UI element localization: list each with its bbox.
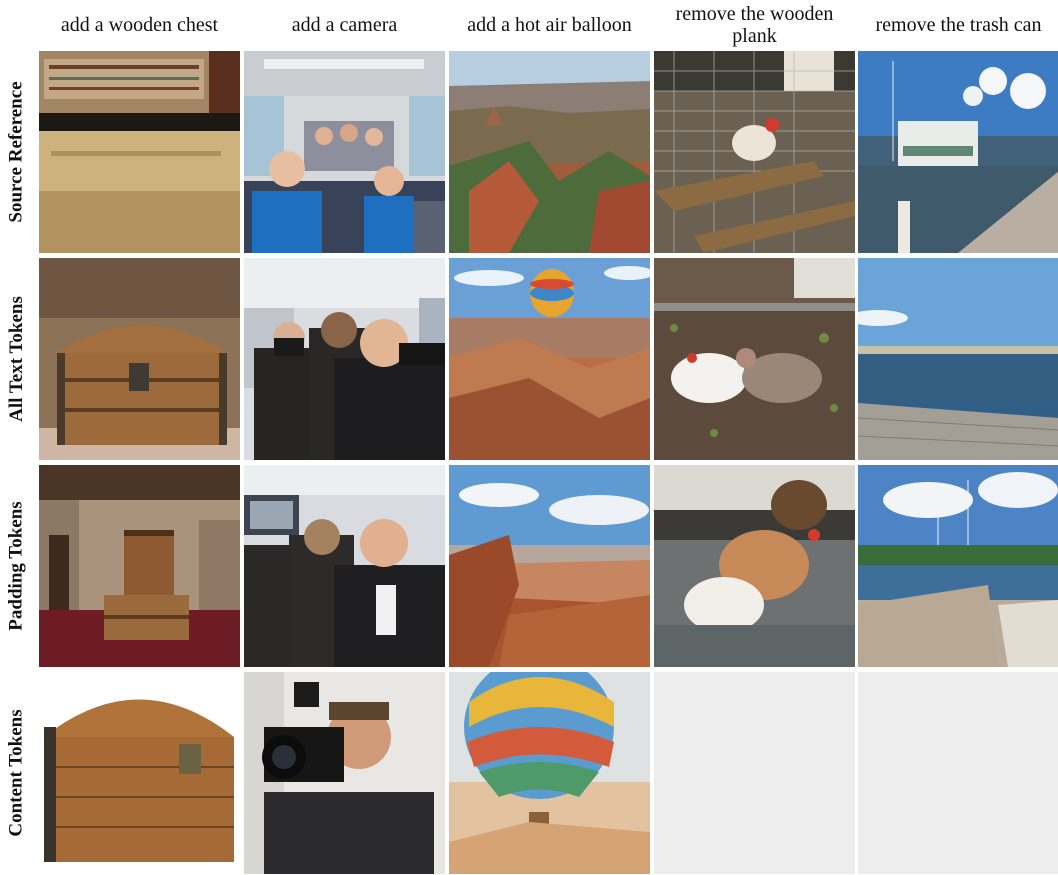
bus-camera-photo	[244, 465, 445, 667]
chicken-coop-photo	[654, 51, 855, 253]
hens-metal-photo	[654, 465, 855, 667]
row-label-text: All Text Tokens	[6, 296, 28, 422]
marina-pier-photo	[858, 465, 1058, 667]
column-header: remove the wooden plank	[675, 3, 834, 47]
row-label-text: Padding Tokens	[6, 501, 28, 631]
camera-photographers-photo	[244, 258, 445, 460]
bus-passengers-photo	[244, 51, 445, 253]
column-header: add a hot air balloon	[467, 14, 632, 36]
row-label: Padding Tokens	[0, 465, 34, 667]
marina-dock-photo	[858, 51, 1058, 253]
canyon-photo	[449, 51, 650, 253]
row-label: All Text Tokens	[0, 258, 34, 460]
canyon-balloon-photo	[449, 258, 650, 460]
balloon-desert-photo	[449, 672, 650, 874]
blank-gray-image	[858, 672, 1058, 874]
wooden-chest-photo	[39, 258, 240, 460]
column-header: remove the trash can	[875, 14, 1042, 36]
chest-isolated-photo	[39, 672, 240, 874]
pier-sea-photo	[858, 258, 1058, 460]
tomb-chamber-photo	[39, 51, 240, 253]
row-label: Source Reference	[0, 51, 34, 253]
column-header: add a wooden chest	[60, 14, 219, 36]
row-label-text: Source Reference	[6, 81, 27, 223]
chickens-dirt-photo	[654, 258, 855, 460]
photographer-photo	[244, 672, 445, 874]
blank-gray-image	[654, 672, 855, 874]
canyon-clouds-photo	[449, 465, 650, 667]
chamber-chest-photo	[39, 465, 240, 667]
row-label-text: Content Tokens	[6, 709, 27, 837]
column-header: add a camera	[291, 14, 398, 36]
row-label: Content Tokens	[0, 672, 34, 874]
